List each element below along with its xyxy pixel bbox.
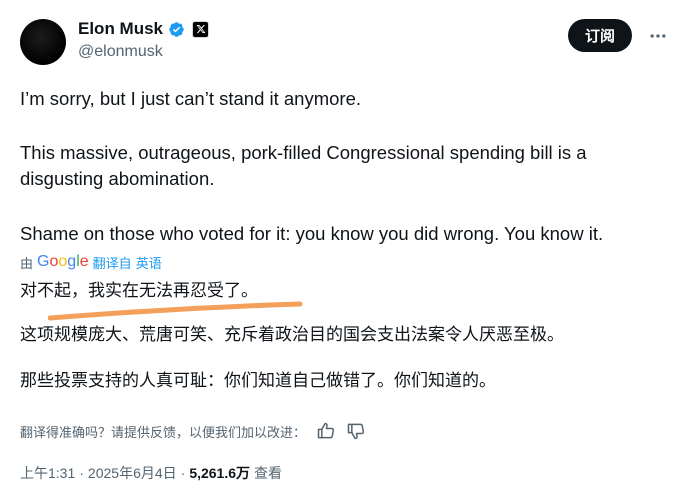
translation-attribution: 由 Google 翻译自 英语 bbox=[20, 252, 162, 272]
feedback-prompt: 翻译得准确吗？请提供反馈，以便我们加以改进： bbox=[20, 425, 307, 441]
translation-feedback: 翻译得准确吗？请提供反馈，以便我们加以改进： bbox=[20, 420, 366, 442]
thumbs-up-icon[interactable] bbox=[316, 421, 336, 441]
tweet-paragraph: This massive, outrageous, pork-filled Co… bbox=[20, 142, 587, 189]
separator: · bbox=[79, 465, 84, 481]
translated-by-label: 由 bbox=[20, 256, 34, 272]
subscribe-button[interactable]: 订阅 bbox=[567, 19, 632, 52]
display-name[interactable]: Elon Musk bbox=[78, 19, 163, 39]
handle[interactable]: @elonmusk bbox=[78, 43, 163, 61]
tweet-paragraph: Shame on those who voted for it: you kno… bbox=[20, 223, 604, 244]
google-logo: Google bbox=[37, 253, 89, 270]
views-label: 查看 bbox=[254, 465, 283, 481]
translated-from-link[interactable]: 翻译自 英语 bbox=[93, 253, 162, 272]
avatar[interactable] bbox=[20, 19, 66, 65]
post-date[interactable]: 2025年6月4日 bbox=[88, 463, 177, 483]
views-count: 5,261.6万 bbox=[189, 465, 251, 481]
tweet-card: Elon Musk @elonmusk 订阅 I’m sorry, but I … bbox=[0, 0, 690, 500]
more-options-icon[interactable] bbox=[648, 26, 668, 46]
highlight-underline bbox=[48, 301, 303, 321]
x-affiliate-icon bbox=[192, 20, 210, 38]
tweet-header: Elon Musk @elonmusk 订阅 bbox=[20, 16, 670, 68]
separator: · bbox=[180, 465, 186, 481]
name-row: Elon Musk bbox=[78, 19, 210, 39]
post-time[interactable]: 上午1:31 bbox=[20, 463, 75, 483]
verified-badge-icon bbox=[169, 21, 184, 37]
translated-paragraph: 那些投票支持的人真可耻：你们知道自己做错了。你们知道的。 bbox=[20, 371, 496, 391]
tweet-paragraph: I’m sorry, but I just can’t stand it any… bbox=[20, 88, 362, 109]
tweet-meta: 上午1:31 · 2025年6月4日 · 5,261.6万 查看 bbox=[20, 462, 282, 484]
thumbs-down-icon[interactable] bbox=[346, 421, 366, 441]
translated-paragraph: 这项规模庞大、荒唐可笑、充斥着政治目的国会支出法案令人厌恶至极。 bbox=[20, 325, 564, 345]
